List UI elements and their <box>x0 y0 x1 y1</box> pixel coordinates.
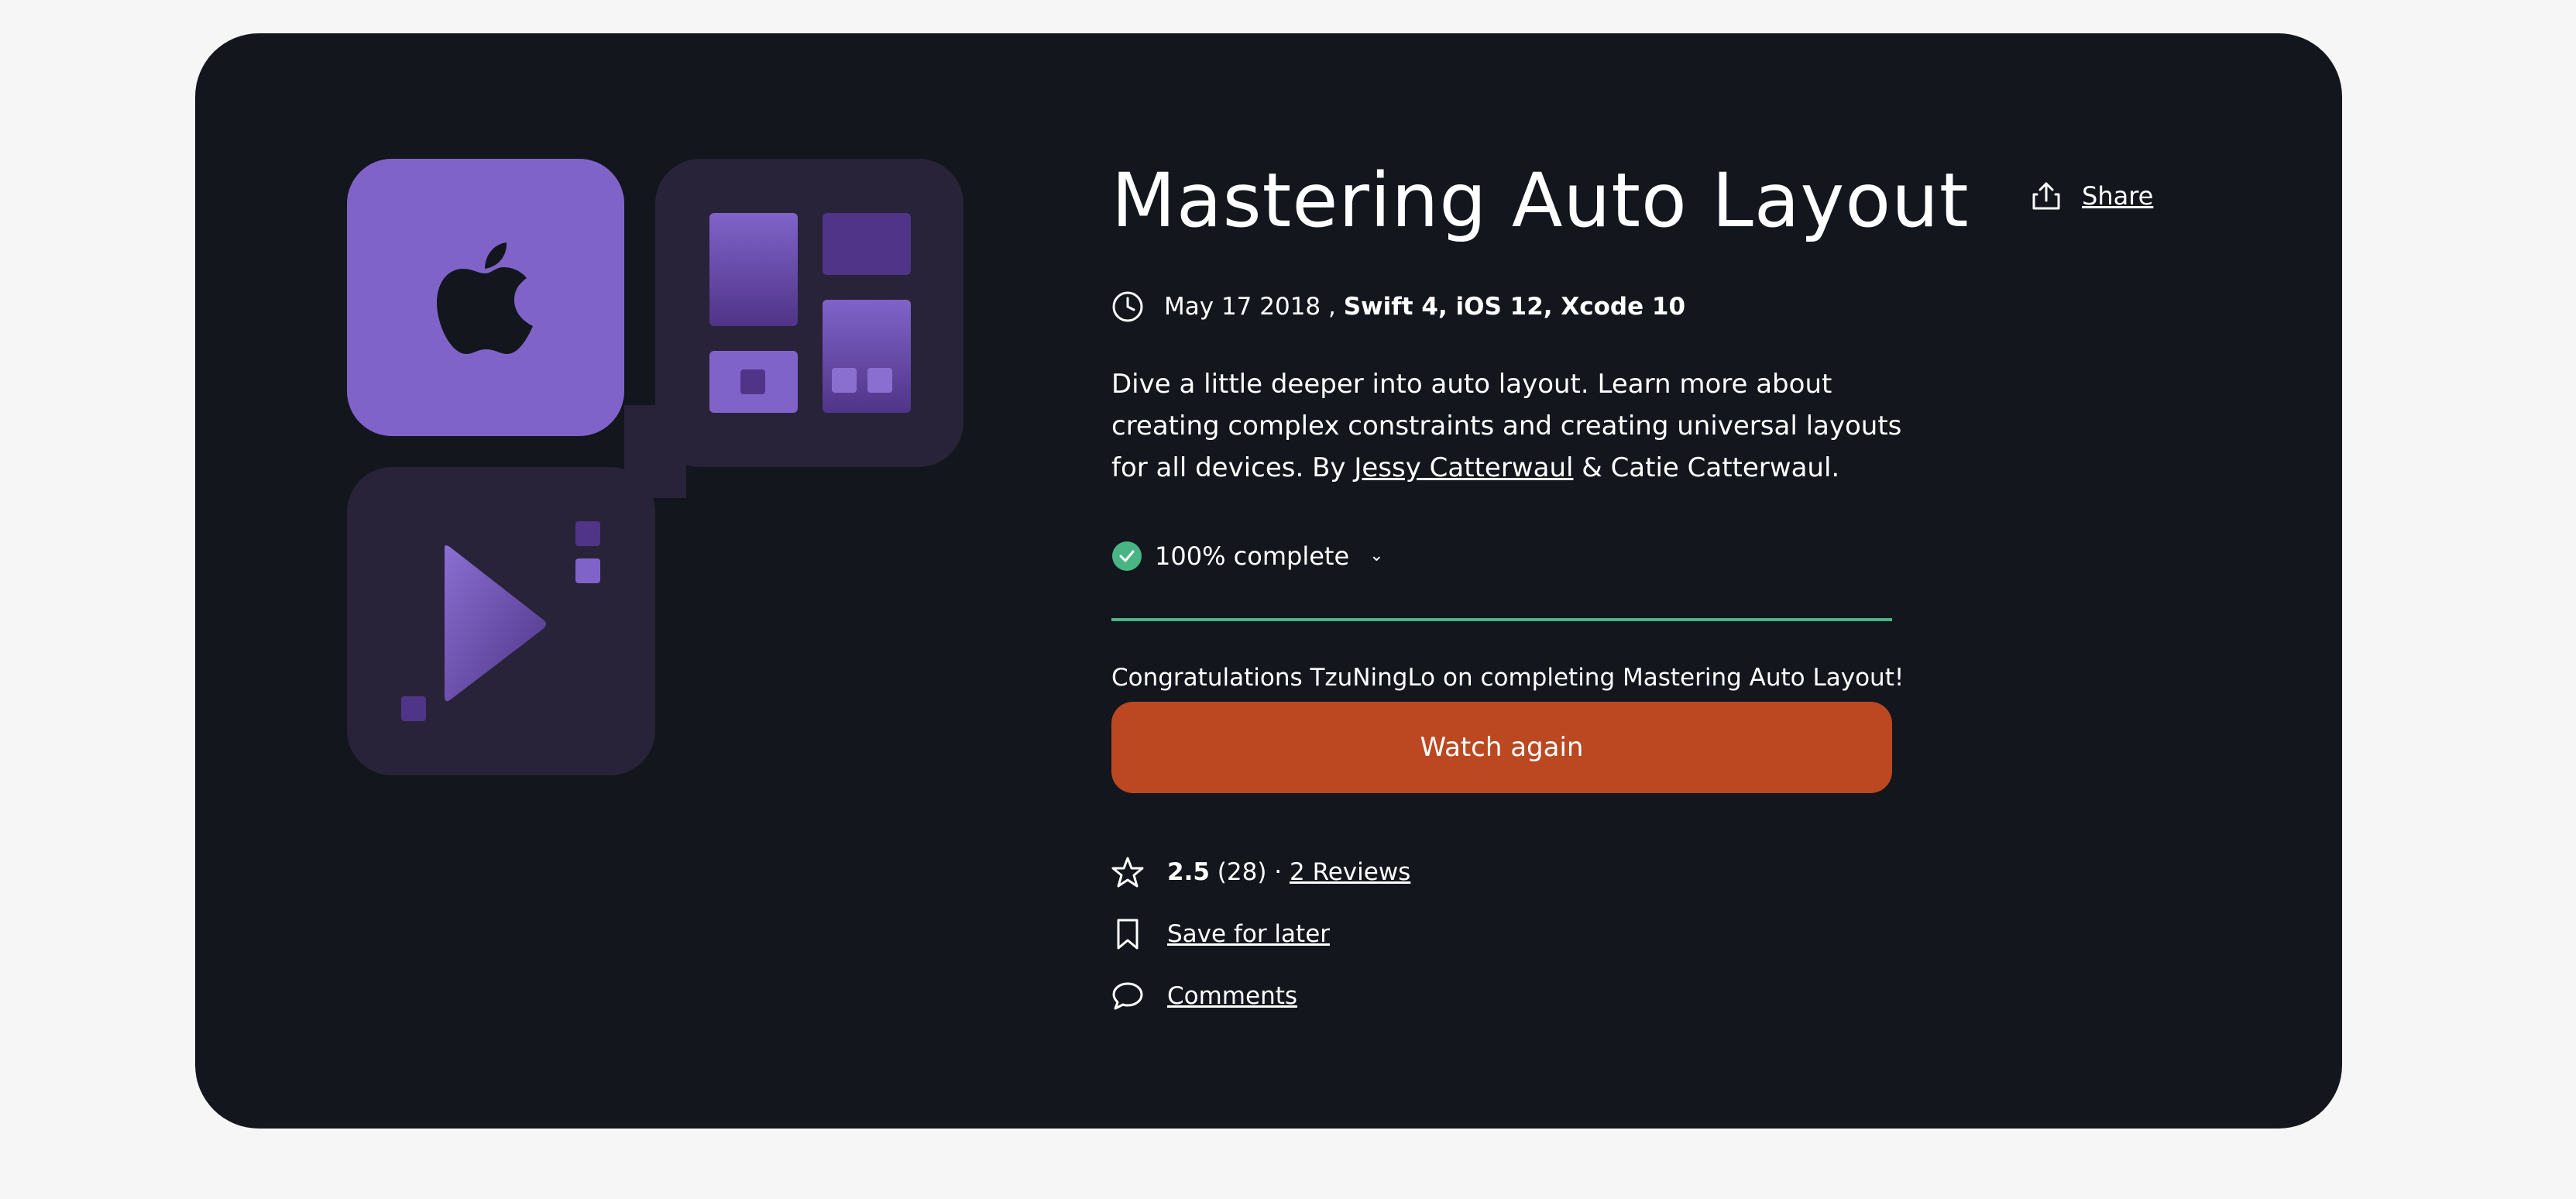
rating-row: 2.5 (28) · 2 Reviews <box>1111 856 1410 888</box>
layout-grid-tile <box>655 159 963 467</box>
course-artwork <box>195 33 1125 808</box>
progress-dropdown[interactable]: 100% complete ⌄ <box>1111 541 1892 621</box>
comment-icon <box>1112 982 1143 1010</box>
comments-link[interactable]: Comments <box>1167 982 1297 1010</box>
watch-again-button[interactable]: Watch again <box>1111 702 1892 793</box>
release-date: May 17 2018 <box>1164 293 1321 321</box>
congrats-message: Congratulations TzuNingLo on completing … <box>1111 664 1905 692</box>
author-link[interactable]: Jessy Catterwaul <box>1354 452 1573 483</box>
course-title: Mastering Auto Layout <box>1111 157 1970 244</box>
course-description: Dive a little deeper into auto layout. L… <box>1111 363 1917 489</box>
bookmark-icon <box>1117 919 1139 950</box>
play-icon <box>401 521 600 721</box>
course-card: Mastering Auto Layout Share May 17 2018 … <box>195 33 2342 1129</box>
description-suffix: & Catie Catterwaul. <box>1573 452 1840 483</box>
chevron-down-icon: ⌄ <box>1369 546 1384 565</box>
video-tile <box>347 467 655 775</box>
share-label[interactable]: Share <box>2082 181 2153 211</box>
save-for-later-row[interactable]: Save for later <box>1111 918 1330 950</box>
rating-separator: · <box>1274 858 1283 886</box>
rating-value: 2.5 <box>1167 858 1210 886</box>
platform-versions: Swift 4, iOS 12, Xcode 10 <box>1343 293 1686 321</box>
layout-grid-icon <box>709 213 911 413</box>
course-meta: May 17 2018 , Swift 4, iOS 12, Xcode 10 <box>1111 290 1685 323</box>
rating-count: (28) <box>1217 858 1267 886</box>
comments-row[interactable]: Comments <box>1111 980 1297 1012</box>
reviews-link[interactable]: 2 Reviews <box>1290 858 1410 886</box>
star-icon[interactable] <box>1111 856 1144 888</box>
share-icon <box>2032 182 2060 210</box>
meta-separator: , <box>1328 293 1336 321</box>
clock-icon <box>1112 291 1143 322</box>
apple-logo-icon <box>437 242 533 354</box>
check-circle-icon <box>1112 541 1142 571</box>
save-for-later-link[interactable]: Save for later <box>1167 920 1330 948</box>
share-button[interactable]: Share <box>2031 180 2153 211</box>
apple-tile <box>347 159 624 436</box>
progress-label: 100% complete <box>1155 541 1350 571</box>
